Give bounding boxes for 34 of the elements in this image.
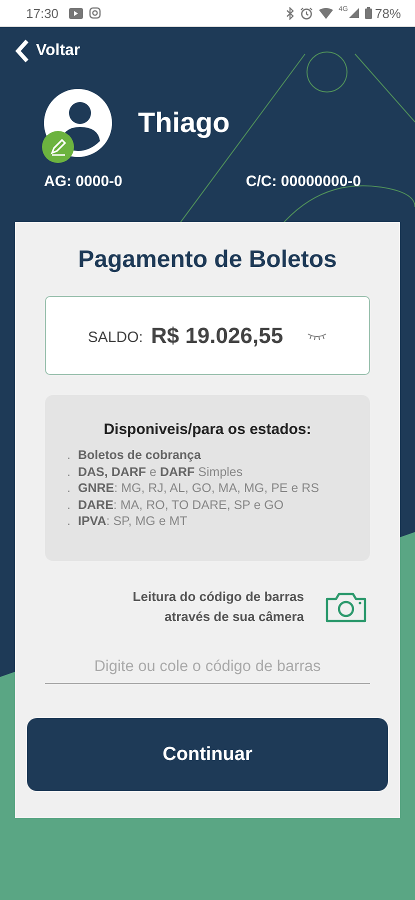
bluetooth-icon (286, 6, 294, 20)
camera-icon[interactable] (324, 590, 368, 624)
scan-label: Leitura do código de barras através de sua câmera (132, 588, 304, 626)
battery-icon (364, 7, 372, 19)
balance-value: R$ 19.026,55 (150, 322, 284, 348)
info-item: Boletos de cobrança (78, 447, 201, 464)
ring-decoration (306, 52, 348, 92)
alarm-icon (300, 6, 313, 20)
user-name: Thiago (138, 107, 230, 139)
signal-icon (348, 8, 359, 18)
bullet: . (67, 480, 72, 496)
barcode-input-field[interactable]: Digite ou cole o código de barras (45, 651, 370, 684)
agency-number: AG: 0000-0 (44, 173, 122, 190)
card-title: Pagamento de Boletos (77, 246, 338, 274)
bullet: . (67, 513, 72, 530)
battery-level: 78% (374, 6, 401, 20)
continue-button[interactable]: Continuar (27, 718, 388, 791)
status-time: 17:30 (26, 6, 59, 20)
camera-icon (88, 7, 101, 19)
info-title: Disponiveis/para os estados: (102, 421, 312, 438)
bullet: . (67, 496, 72, 513)
wifi-icon (318, 8, 333, 18)
back-button[interactable]: Voltar (14, 39, 80, 63)
bullet: . (67, 464, 72, 480)
bullet: . (67, 447, 72, 464)
info-item: IPVA: SP, MG e MT (78, 513, 188, 530)
info-item: GNRE: MG, RJ, AL, GO, MA, MG, PE e RS (78, 480, 320, 496)
balance-label: SALDO: (88, 328, 143, 346)
info-item: DAS, DARF e DARF Simples (78, 464, 243, 480)
closed-eye-icon[interactable] (307, 332, 328, 340)
account-number: C/C: 00000000-0 (246, 173, 361, 190)
info-item: DARE: MA, RO, TO DARE, SP e GO (78, 496, 284, 513)
video-icon (68, 8, 83, 18)
edit-badge-icon[interactable] (42, 131, 74, 163)
